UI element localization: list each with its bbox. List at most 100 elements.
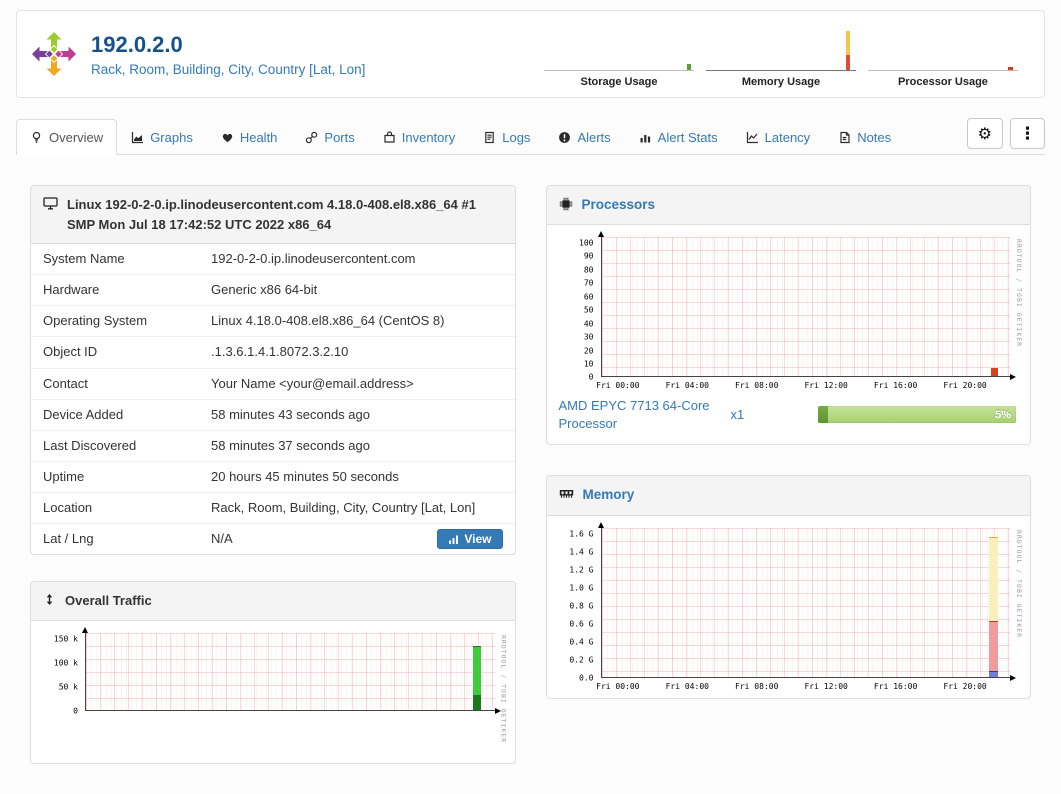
tab-latency[interactable]: Latency [732, 119, 825, 155]
processor-usage-minigraph[interactable]: Processor Usage [868, 21, 1018, 88]
more-options-button[interactable]: ⋮ [1010, 118, 1045, 149]
tab-label: Graphs [150, 130, 193, 145]
centos-logo-icon [32, 32, 76, 76]
memory-cached-bar [989, 536, 998, 621]
lightbulb-icon [32, 131, 41, 143]
shopping-bag-icon [384, 131, 395, 143]
tab-health[interactable]: Health [207, 119, 292, 155]
traffic-in-bar-dark [472, 694, 481, 710]
field-label: Location [43, 500, 93, 516]
memory-graph[interactable]: 1.6 G 1.4 G 1.2 G 1.0 G 0.8 G 0.6 G 0.4 … [547, 521, 1029, 691]
field-label: Hardware [43, 282, 100, 298]
memory-body: 1.6 G 1.4 G 1.2 G 1.0 G 0.8 G 0.6 G 0.4 … [547, 516, 1031, 698]
field-value: .1.3.6.1.4.1.8072.3.2.10 [211, 344, 349, 360]
overview-content: Linux 192-0-2-0.ip.linodeusercontent.com… [0, 155, 1061, 794]
memory-y-axis: 1.6 G 1.4 G 1.2 G 1.0 G 0.8 G 0.6 G 0.4 … [569, 529, 594, 683]
field-label: Last Discovered [43, 437, 137, 453]
tab-label: Alert Stats [657, 130, 718, 145]
tab-notes[interactable]: Notes [824, 119, 905, 155]
processors-body: 100 90 80 70 60 50 40 30 20 10 0 Fri 00:… [547, 225, 1031, 444]
tab-label: Health [239, 130, 278, 145]
overall-traffic-body: 150 k 100 k 50 k 0 RRDTOOL / TOBI OETIKE… [31, 621, 515, 763]
left-column: Linux 192-0-2-0.ip.linodeusercontent.com… [30, 185, 516, 764]
heart-icon [222, 133, 233, 143]
memory-title: Memory [582, 487, 635, 503]
tab-inventory[interactable]: Inventory [369, 119, 469, 155]
processors-y-axis: 100 90 80 70 60 50 40 30 20 10 0 [579, 238, 594, 382]
line-chart-icon [746, 132, 758, 144]
storage-spark-bar [687, 63, 691, 70]
table-row: Location Rack, Room, Building, City, Cou… [31, 492, 515, 524]
processor-usage-label: Processor Usage [898, 75, 988, 88]
overall-traffic-graph[interactable]: 150 k 100 k 50 k 0 RRDTOOL / TOBI OETIKE… [31, 626, 513, 743]
memory-used-bar [989, 620, 998, 671]
kebab-icon: ⋮ [1019, 123, 1036, 143]
settings-button[interactable]: ⚙ [966, 118, 1003, 149]
table-row: Uptime 20 hours 45 minutes 50 seconds [31, 460, 515, 493]
alert-circle-icon [559, 132, 571, 143]
cpu-usage-fill [818, 406, 828, 424]
tabbar-actions: ⚙ ⋮ [966, 118, 1045, 154]
microchip-icon [559, 197, 572, 211]
signal-bars-icon [449, 535, 459, 544]
tab-alert-stats[interactable]: Alert Stats [625, 119, 732, 155]
field-value: Linux 4.18.0-408.el8.x86_64 (CentOS 8) [211, 313, 445, 329]
view-location-button[interactable]: View [437, 529, 503, 550]
storage-usage-label: Storage Usage [580, 75, 658, 88]
cpu-count: x1 [730, 407, 745, 423]
tab-overview[interactable]: Overview [16, 119, 118, 155]
traffic-plot-area [82, 626, 500, 714]
tab-label: Latency [764, 130, 811, 145]
tab-label: Ports [324, 130, 355, 145]
tab-label: Logs [502, 130, 531, 145]
field-value: Generic x86 64-bit [211, 282, 318, 298]
storage-usage-minigraph[interactable]: Storage Usage [544, 21, 694, 88]
table-row: Lat / Lng View N/A [31, 523, 515, 555]
table-row: Contact Your Name <your@email.address> [31, 367, 515, 400]
memory-usage-label: Memory Usage [741, 75, 821, 88]
table-row: Object ID .1.3.6.1.4.1.8072.3.2.10 [31, 336, 515, 369]
processors-graph[interactable]: 100 90 80 70 60 50 40 30 20 10 0 Fri 00:… [547, 231, 1029, 390]
tab-label: Notes [857, 130, 892, 145]
table-row: System Name 192-0-2-0.ip.linodeuserconte… [31, 244, 515, 275]
device-tabbar: Overview Graphs Health Ports Inventory L… [16, 118, 1045, 155]
overall-traffic-title: Overall Traffic [65, 593, 152, 609]
rrdtool-watermark: RRDTOOL / TOBI OETIKER [1015, 239, 1023, 348]
field-value: 192-0-2-0.ip.linodeusercontent.com [211, 251, 416, 266]
rrdtool-watermark: RRDTOOL / TOBI OETIKER [499, 634, 508, 743]
field-label: Device Added [43, 406, 124, 422]
processors-header: Processors [546, 186, 1030, 226]
processor-list-row: AMD EPYC 7713 64-Core Processor x1 5% [547, 395, 1029, 442]
tab-alerts[interactable]: Alerts [544, 119, 624, 155]
table-row: Last Discovered 58 minutes 37 seconds ag… [31, 429, 515, 462]
view-button-label: View [464, 532, 492, 547]
header-mini-graphs: Storage Usage Memory Usage Processor Usa… [544, 21, 1018, 88]
processors-plot-area: Fri 00:00 Fri 04:00 Fri 08:00 Fri 12:00 … [596, 231, 1016, 390]
memory-plot-area: Fri 00:00 Fri 04:00 Fri 08:00 Fri 12:00 … [596, 521, 1016, 691]
memory-buffers-bar [989, 670, 998, 677]
device-hostname[interactable]: 192.0.2.0 [91, 32, 365, 58]
processor-spark-bar [1008, 66, 1013, 70]
tab-ports[interactable]: Ports [291, 119, 368, 155]
tab-graphs[interactable]: Graphs [117, 119, 207, 155]
device-info-card: Linux 192-0-2-0.ip.linodeusercontent.com… [30, 185, 516, 556]
memory-usage-minigraph[interactable]: Memory Usage [706, 21, 856, 88]
memory-card: Memory 1.6 G 1.4 G 1.2 G 1.0 G 0.8 G 0.6… [545, 475, 1031, 699]
cpu-name-link[interactable]: AMD EPYC 7713 64-Core Processor [559, 397, 729, 432]
table-row: Operating System Linux 4.18.0-408.el8.x8… [31, 305, 515, 337]
field-label: Uptime [43, 468, 85, 484]
overall-traffic-header: Overall Traffic [31, 582, 515, 621]
device-location-link[interactable]: Rack, Room, Building, City, Country [Lat… [91, 62, 365, 77]
right-column: Processors 100 90 80 70 60 50 40 30 20 1… [545, 185, 1031, 699]
arrows-updown-icon [46, 594, 53, 606]
tab-label: Alerts [577, 130, 611, 145]
field-value: 58 minutes 37 seconds ago [211, 437, 370, 453]
field-value: Your Name <your@email.address> [211, 375, 414, 391]
field-value: Rack, Room, Building, City, Country [Lat… [211, 500, 476, 516]
tab-logs[interactable]: Logs [469, 119, 544, 155]
field-value: 20 hours 45 minutes 50 seconds [211, 468, 399, 484]
notes-file-icon [840, 131, 850, 144]
monitor-icon [43, 197, 58, 210]
table-row: Device Added 58 minutes 43 seconds ago [31, 398, 515, 431]
field-label: Lat / Lng [43, 531, 94, 547]
